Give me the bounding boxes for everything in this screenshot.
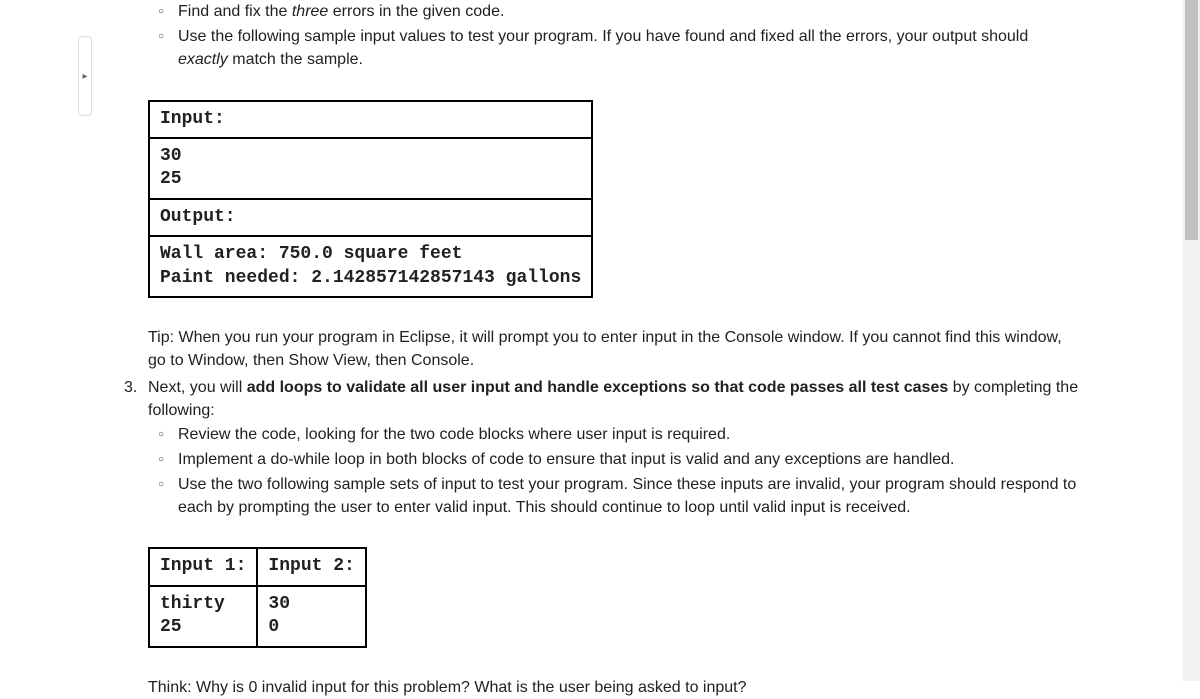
text: match the sample. bbox=[228, 51, 363, 68]
bullet-item: Use the following sample input values to… bbox=[178, 25, 1080, 71]
input-output-table: Input: 30 25 Output: Wall area: 750.0 sq… bbox=[148, 100, 593, 298]
bullet-list-step3: Review the code, looking for the two cod… bbox=[148, 423, 1080, 520]
bullet-item: Find and fix the three errors in the giv… bbox=[178, 0, 1080, 23]
input-samples-table: Input 1: Input 2: thirty 25 30 0 bbox=[148, 547, 367, 647]
document-content: Find and fix the three errors in the giv… bbox=[0, 0, 1180, 699]
think-paragraph: Think: Why is 0 invalid input for this p… bbox=[148, 676, 1080, 699]
bullet-item: Review the code, looking for the two cod… bbox=[178, 423, 1080, 446]
bold-text: add loops to validate all user input and… bbox=[247, 379, 949, 396]
step-3: Next, you will add loops to validate all… bbox=[118, 376, 1080, 422]
text: Next, you will bbox=[148, 379, 247, 396]
input1-cell: thirty 25 bbox=[149, 586, 257, 647]
input-label-cell: Input: bbox=[149, 101, 592, 138]
text: Use the following sample input values to… bbox=[178, 28, 1028, 45]
output-label-cell: Output: bbox=[149, 199, 592, 236]
side-panel-toggle[interactable]: ▸ bbox=[78, 36, 92, 116]
scrollbar-track[interactable] bbox=[1183, 0, 1200, 681]
output-value-cell: Wall area: 750.0 square feet Paint neede… bbox=[149, 236, 592, 297]
tip-paragraph: Tip: When you run your program in Eclips… bbox=[148, 326, 1080, 372]
bullet-item: Implement a do-while loop in both blocks… bbox=[178, 448, 1080, 471]
input-value-cell: 30 25 bbox=[149, 138, 592, 199]
text: Find and fix the bbox=[178, 3, 292, 20]
bullet-item: Use the two following sample sets of inp… bbox=[178, 473, 1080, 519]
input2-cell: 30 0 bbox=[257, 586, 365, 647]
italic-text: exactly bbox=[178, 51, 228, 68]
input2-header: Input 2: bbox=[257, 548, 365, 585]
scrollbar-thumb[interactable] bbox=[1185, 0, 1198, 240]
italic-text: three bbox=[292, 3, 328, 20]
bullet-list-top: Find and fix the three errors in the giv… bbox=[148, 0, 1080, 72]
input1-header: Input 1: bbox=[149, 548, 257, 585]
text: errors in the given code. bbox=[328, 3, 504, 20]
